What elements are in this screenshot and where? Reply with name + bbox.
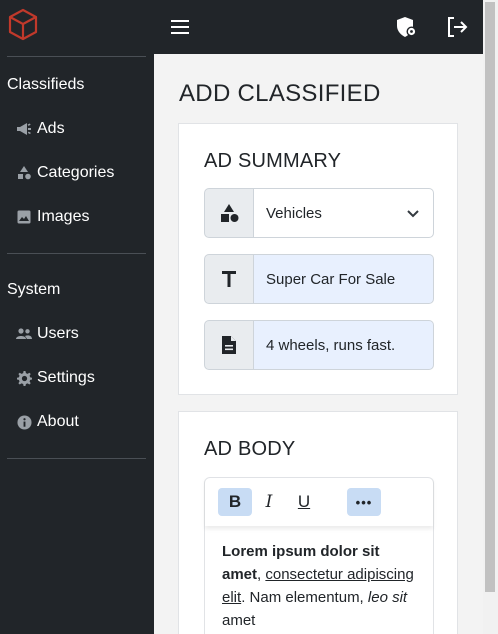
megaphone-icon (16, 121, 32, 137)
hamburger-menu-icon[interactable] (168, 16, 192, 38)
sidebar-item-label: Settings (37, 369, 95, 386)
category-select-value: Vehicles (266, 204, 322, 222)
shapes-icon (204, 188, 254, 238)
sidebar-item-ads[interactable]: Ads (16, 115, 65, 143)
editor-toolbar: B I U ••• (205, 478, 433, 526)
sidebar-divider (7, 56, 146, 57)
sidebar-item-categories[interactable]: Categories (16, 159, 114, 187)
description-input[interactable]: 4 wheels, runs fast. (254, 320, 434, 370)
italic-button[interactable]: I (252, 488, 286, 516)
category-select-group: Vehicles (204, 188, 434, 238)
sidebar-item-settings[interactable]: Settings (16, 364, 95, 392)
text-type-icon (204, 254, 254, 304)
sidebar-item-users[interactable]: Users (16, 320, 79, 348)
underline-button[interactable]: U (287, 488, 321, 516)
text-run: amet (222, 612, 256, 629)
sidebar-item-label: Users (37, 325, 79, 342)
title-input-group: Super Car For Sale (204, 254, 434, 304)
sidebar-divider (7, 458, 146, 459)
card-title: AD BODY (204, 438, 296, 460)
text-run: . Nam elementum, (241, 589, 368, 606)
sidebar-item-label: Categories (37, 164, 115, 181)
image-icon (16, 209, 32, 225)
sidebar-item-about[interactable]: About (16, 408, 79, 436)
gear-icon (16, 370, 32, 386)
user-shield-icon[interactable] (394, 14, 420, 40)
sidebar: Classifieds Ads Categories Images System… (0, 0, 154, 634)
more-options-button[interactable]: ••• (347, 488, 381, 516)
italic-text: leo sit (367, 589, 408, 606)
file-text-icon (204, 320, 254, 370)
chevron-down-icon (407, 205, 419, 222)
category-select[interactable]: Vehicles (254, 188, 434, 238)
info-icon (16, 414, 32, 430)
sidebar-section-classifieds: Classifieds (7, 76, 85, 93)
top-navbar (154, 0, 483, 54)
title-input[interactable]: Super Car For Sale (254, 254, 434, 304)
scrollbar-thumb[interactable] (485, 2, 495, 592)
editor-content[interactable]: Lorem ipsum dolor sit amet, consectetur … (222, 540, 422, 632)
sidebar-section-system: System (7, 281, 61, 298)
cube-logo-icon[interactable] (8, 8, 38, 41)
description-input-group: 4 wheels, runs fast. (204, 320, 434, 370)
ad-body-card: AD BODY B I U ••• Lorem ipsum dolor sit … (178, 411, 458, 634)
ad-summary-card: AD SUMMARY Vehicles Super Car For Sale 4… (178, 123, 458, 395)
page-title: ADD CLASSIFIED (179, 80, 381, 107)
sidebar-item-label: Images (37, 208, 90, 225)
vertical-scrollbar[interactable] (483, 0, 498, 634)
sidebar-item-images[interactable]: Images (16, 203, 89, 231)
bold-button[interactable]: B (218, 488, 252, 516)
users-icon (16, 326, 32, 342)
logout-icon[interactable] (444, 14, 470, 40)
sidebar-divider (7, 253, 146, 254)
card-title: AD SUMMARY (204, 150, 342, 172)
sidebar-item-label: Ads (37, 120, 65, 137)
shapes-icon (16, 165, 32, 181)
rich-text-editor[interactable]: B I U ••• Lorem ipsum dolor sit amet, co… (204, 477, 434, 634)
sidebar-item-label: About (37, 413, 79, 430)
